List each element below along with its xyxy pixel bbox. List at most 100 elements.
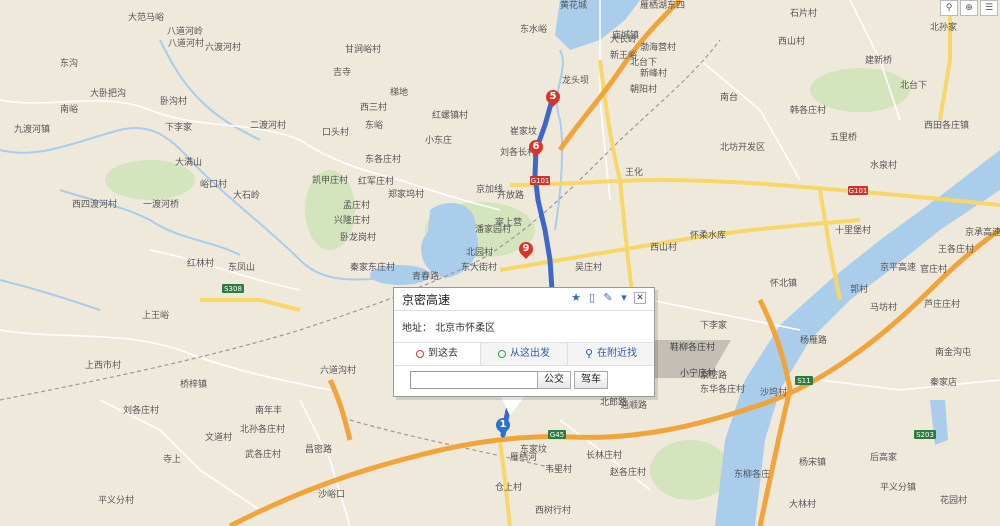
place-label: 西田各庄镇 bbox=[924, 119, 969, 131]
tab-directions-from[interactable]: 从这出发 bbox=[480, 343, 567, 365]
place-label: 东各庄村 bbox=[365, 153, 401, 165]
place-label: 小东庄 bbox=[425, 134, 452, 146]
route-search-input[interactable] bbox=[410, 371, 541, 389]
place-label: 王各庄村 bbox=[938, 243, 974, 255]
place-label: 文道村 bbox=[205, 431, 232, 443]
place-label: 寺上 bbox=[163, 454, 181, 465]
tab-label: 在附近找 bbox=[597, 348, 638, 359]
place-label: 吴庄村 bbox=[575, 261, 602, 273]
route-marker-9[interactable]: 9 bbox=[516, 239, 536, 262]
place-label: 西树行村 bbox=[535, 504, 571, 516]
place-label: 庙城镇 bbox=[612, 29, 639, 41]
place-label: 北孙家 bbox=[930, 21, 957, 33]
place-label: 王化 bbox=[625, 166, 643, 178]
place-label: 郭村 bbox=[850, 283, 868, 295]
place-label: 杨雁路 bbox=[800, 334, 827, 346]
place-label: 怀北镇 bbox=[770, 277, 797, 289]
menu-icon[interactable]: ☰ bbox=[980, 0, 998, 16]
star-icon[interactable]: ★ bbox=[570, 292, 582, 304]
place-label: 下李家 bbox=[165, 121, 192, 133]
place-label: 六渡河村 bbox=[205, 41, 241, 53]
place-label: 八道河岭 bbox=[167, 25, 203, 37]
place-label: 郑家坞村 bbox=[388, 188, 424, 200]
place-label: 北坊开发区 bbox=[720, 141, 765, 153]
route-marker-5[interactable]: 5 bbox=[543, 87, 563, 110]
place-label: 武各庄村 bbox=[245, 448, 281, 460]
address-label: 地址： bbox=[402, 323, 432, 334]
close-icon[interactable]: ✕ bbox=[634, 292, 646, 304]
place-label: 大范马峪 bbox=[128, 11, 164, 23]
place-label: 石片村 bbox=[790, 7, 817, 19]
place-label: 八道河村 bbox=[168, 37, 204, 49]
place-label: 一渡河桥 bbox=[143, 198, 179, 210]
place-label: 吉寺 bbox=[333, 67, 351, 78]
place-label: 卧沟村 bbox=[160, 95, 187, 107]
place-label: 后高家 bbox=[870, 451, 897, 463]
place-label: 东水峪 bbox=[520, 23, 547, 35]
drive-button[interactable]: 驾车 bbox=[574, 371, 608, 389]
place-label: 凯甲庄村 bbox=[312, 174, 348, 186]
place-label: 建新桥 bbox=[865, 54, 892, 66]
place-label: 沙峪口 bbox=[318, 489, 345, 500]
place-label: 峪口村 bbox=[200, 178, 227, 190]
place-label: 秦家店 bbox=[930, 376, 957, 388]
place-label: 二渡河村 bbox=[250, 119, 286, 131]
place-label: 西三村 bbox=[360, 101, 387, 113]
tab-directions-to[interactable]: 到这去 bbox=[394, 343, 480, 365]
marker-number: 1 bbox=[499, 419, 507, 430]
place-label: 南峪 bbox=[60, 103, 78, 115]
place-label: 兴隆庄村 bbox=[334, 214, 370, 226]
marker-number: 5 bbox=[549, 91, 557, 102]
place-label: 大卧把沟 bbox=[90, 87, 126, 99]
place-label: 长林庄村 bbox=[586, 449, 622, 461]
place-label: 青春路 bbox=[412, 270, 439, 282]
popup-tail bbox=[500, 394, 526, 416]
map-canvas[interactable]: G45 G101 S11 S203 S308 G101 大范马峪 雁栖湖东四东水峪… bbox=[0, 0, 1000, 526]
nearby-search-icon: ⚲ bbox=[584, 347, 594, 360]
bus-button[interactable]: 公交 bbox=[537, 371, 571, 389]
place-label: 水泉村 bbox=[870, 159, 897, 171]
route-marker-1-active[interactable]: 1 bbox=[493, 415, 513, 438]
place-label: 马坊村 bbox=[870, 301, 897, 313]
place-label: 朝阳村 bbox=[630, 83, 657, 95]
place-label: 卧龙岗村 bbox=[340, 231, 376, 243]
place-label: 东华各庄村 bbox=[700, 383, 745, 395]
dropdown-icon[interactable]: ▾ bbox=[618, 292, 630, 304]
place-label: 梯地 bbox=[390, 86, 408, 98]
zoom-icon[interactable]: ⊕ bbox=[960, 0, 978, 16]
phone-icon[interactable]: ▯ bbox=[586, 292, 598, 304]
place-label: 北园村 bbox=[466, 246, 493, 258]
search-icon[interactable]: ⚲ bbox=[940, 0, 958, 16]
place-label: 口头村 bbox=[322, 126, 349, 138]
place-label: 龙头坝 bbox=[562, 74, 589, 86]
place-label: 东沟 bbox=[60, 57, 78, 69]
place-label: 东大街村 bbox=[461, 261, 497, 273]
place-label: 东凤山 bbox=[228, 261, 255, 273]
place-label: 南年丰 bbox=[255, 404, 282, 416]
place-label: 秦家东庄村 bbox=[350, 261, 395, 273]
edit-icon[interactable]: ✎ bbox=[602, 292, 614, 304]
tab-search-nearby[interactable]: ⚲ 在附近找 bbox=[567, 343, 654, 365]
place-label: 南台 bbox=[720, 91, 738, 103]
place-label: 红军庄村 bbox=[358, 175, 394, 187]
place-label: 桥梓镇 bbox=[180, 378, 207, 390]
place-label: 西山村 bbox=[650, 241, 677, 253]
place-label: 官庄村 bbox=[920, 263, 947, 275]
place-label: 黄花城 bbox=[560, 0, 587, 11]
place-label: 大石岭 bbox=[233, 189, 260, 201]
address-value: 北京市怀柔区 bbox=[435, 323, 496, 334]
tab-label: 从这出发 bbox=[510, 348, 550, 359]
place-label: 韦里村 bbox=[545, 463, 572, 475]
place-label: 大林村 bbox=[789, 498, 816, 510]
place-label: 芦庄庄村 bbox=[924, 298, 960, 310]
place-label: 新峰村 bbox=[640, 67, 667, 79]
shield-g101-east: G101 bbox=[849, 187, 868, 195]
place-label: 怀柔水库 bbox=[690, 229, 726, 241]
place-label: 南金沟屯 bbox=[935, 346, 971, 358]
green-dot-icon bbox=[498, 350, 506, 358]
place-label: 宰上营 bbox=[495, 216, 522, 228]
place-label: 东柳各庄 bbox=[734, 468, 770, 480]
map-toolbar: ⚲ ⊕ ☰ bbox=[940, 0, 998, 16]
route-marker-6[interactable]: 6 bbox=[526, 137, 546, 160]
place-label: 红螺镇村 bbox=[432, 109, 468, 121]
